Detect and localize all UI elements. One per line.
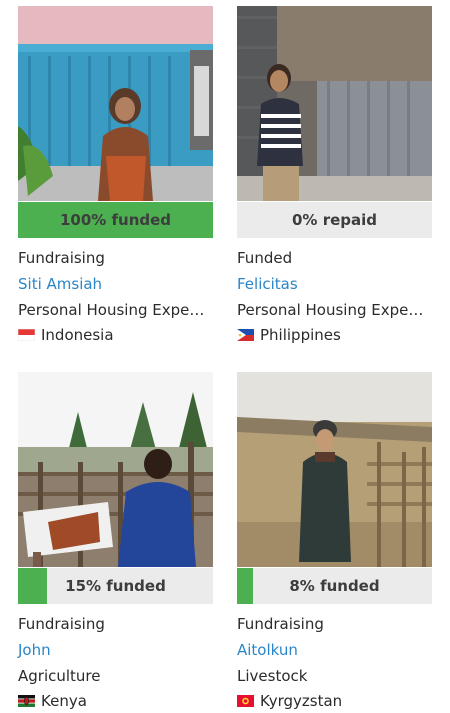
loan-country: Kenya bbox=[18, 692, 87, 710]
philippines-flag-icon bbox=[237, 329, 254, 341]
progress-bar: 8% funded bbox=[237, 568, 432, 604]
loan-country: Philippines bbox=[237, 326, 341, 344]
loan-status: Fundraising bbox=[18, 249, 105, 267]
progress-bar: 0% repaid bbox=[237, 202, 432, 238]
loan-status: Fundraising bbox=[237, 615, 324, 633]
kyrgyzstan-flag-icon bbox=[237, 695, 254, 707]
borrower-name-link[interactable]: John bbox=[18, 641, 51, 659]
loan-status: Funded bbox=[237, 249, 293, 267]
progress-label: 100% funded bbox=[59, 211, 172, 229]
progress-label: 8% funded bbox=[289, 577, 380, 595]
progress-label: 15% funded bbox=[65, 577, 166, 595]
loan-use: Personal Housing Expen... bbox=[237, 301, 432, 319]
borrower-photo[interactable] bbox=[18, 372, 213, 567]
indonesia-flag-icon bbox=[18, 329, 35, 341]
progress-label: 0% repaid bbox=[292, 211, 377, 229]
country-name: Kenya bbox=[41, 692, 87, 710]
loan-status: Fundraising bbox=[18, 615, 105, 633]
borrower-name-link[interactable]: Siti Amsiah bbox=[18, 275, 102, 293]
borrower-photo[interactable] bbox=[237, 6, 432, 201]
country-name: Philippines bbox=[260, 326, 341, 344]
loan-use: Personal Housing Expen... bbox=[18, 301, 213, 319]
borrower-name-link[interactable]: Aitolkun bbox=[237, 641, 298, 659]
kenya-flag-icon bbox=[18, 695, 35, 707]
loan-country: Indonesia bbox=[18, 326, 114, 344]
progress-bar: 15% funded bbox=[18, 568, 213, 604]
loan-use: Livestock bbox=[237, 667, 308, 685]
borrower-photo[interactable] bbox=[237, 372, 432, 567]
borrower-name-link[interactable]: Felicitas bbox=[237, 275, 298, 293]
progress-bar: 100% funded bbox=[18, 202, 213, 238]
loan-country: Kyrgyzstan bbox=[237, 692, 342, 710]
loan-use: Agriculture bbox=[18, 667, 101, 685]
country-name: Indonesia bbox=[41, 326, 114, 344]
country-name: Kyrgyzstan bbox=[260, 692, 343, 710]
borrower-photo[interactable] bbox=[18, 6, 213, 201]
